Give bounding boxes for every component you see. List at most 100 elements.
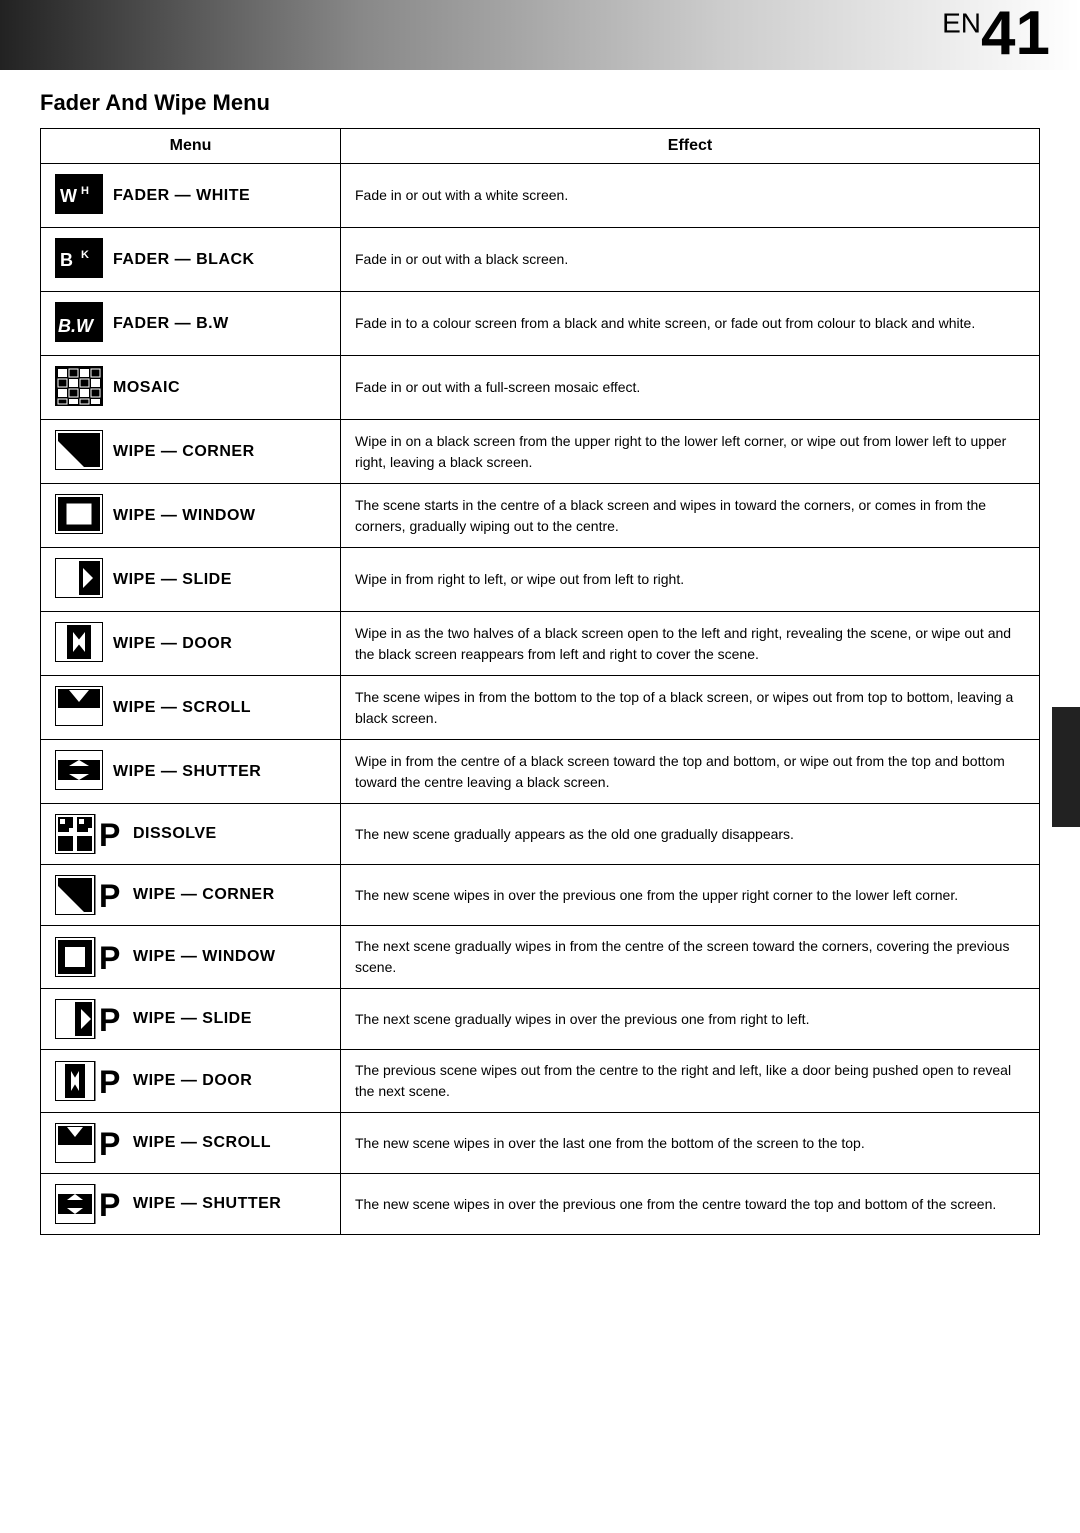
effect-cell: Fade in or out with a black screen. [341,228,1040,292]
menu-label: WIPE — SHUTTER [113,763,261,781]
menu-icon-p-wipe-shutter: P [55,1184,123,1224]
table-row: P WIPE — SLIDEThe next scene gradually w… [41,989,1040,1050]
effect-cell: The new scene gradually appears as the o… [341,804,1040,865]
svg-text:P: P [99,878,120,914]
page-title: Fader And Wipe Menu [40,90,1040,116]
table-row: P DISSOLVE The new scene gradually appear… [41,804,1040,865]
svg-text:B.W: B.W [58,316,95,336]
menu-cell: B.W FADER — B.W [41,292,341,356]
menu-label: WIPE — WINDOW [113,507,255,525]
effect-cell: The new scene wipes in over the previous… [341,1174,1040,1235]
menu-label: WIPE — SCROLL [133,1134,271,1152]
effect-cell: The next scene gradually wipes in over t… [341,989,1040,1050]
menu-label: DISSOLVE [133,825,217,843]
effect-cell: The new scene wipes in over the last one… [341,1113,1040,1174]
effect-cell: Wipe in as the two halves of a black scr… [341,612,1040,676]
effect-cell: Fade in to a colour screen from a black … [341,292,1040,356]
menu-cell: P WIPE — CORNER [41,865,341,926]
fader-wipe-table: Menu Effect W H FADER — WHITEFade in or … [40,128,1040,1235]
menu-cell: MOSAIC [41,356,341,420]
svg-text:P: P [99,1002,120,1038]
menu-icon-wh: W H [55,174,103,217]
svg-text:P: P [99,1126,120,1162]
menu-label: WIPE — WINDOW [133,948,275,966]
table-row: P WIPE — SCROLLThe new scene wipes in ov… [41,1113,1040,1174]
main-content: Fader And Wipe Menu Menu Effect W H FADE… [0,80,1080,1275]
menu-cell: P WIPE — SCROLL [41,1113,341,1174]
menu-label: WIPE — DOOR [133,1072,252,1090]
menu-icon-p-wipe-window: P [55,937,123,977]
menu-icon-p-wipe-corner: P [55,875,123,915]
menu-icon-wipe-door [55,622,103,665]
table-row: WIPE — CORNER Wipe in on a black screen f… [41,420,1040,484]
menu-label: FADER — B.W [113,315,229,333]
menu-cell: WIPE — DOOR [41,612,341,676]
menu-icon-p-wipe-scroll: P [55,1123,123,1163]
menu-label: WIPE — SHUTTER [133,1195,281,1213]
svg-text:K: K [81,249,89,261]
menu-cell: W H FADER — WHITE [41,164,341,228]
svg-text:P: P [99,817,120,853]
table-row: P WIPE — CORNERThe new scene wipes in ov… [41,865,1040,926]
table-row: P WIPE — DOORThe previous scene wipes ou… [41,1050,1040,1113]
svg-text:P: P [99,1187,120,1223]
table-row: WIPE — WINDOW The scene starts in the cen… [41,484,1040,548]
effect-cell: Fade in or out with a white screen. [341,164,1040,228]
menu-cell: P WIPE — SHUTTER [41,1174,341,1235]
menu-label: MOSAIC [113,379,180,397]
menu-cell: P WIPE — SLIDE [41,989,341,1050]
menu-label: FADER — BLACK [113,251,255,269]
table-row: MOSAIC Fade in or out with a full-screen … [41,356,1040,420]
menu-icon-bw: B.W [55,302,103,345]
right-tab [1052,707,1080,827]
table-row: B.W FADER — B.WFade in to a colour scree… [41,292,1040,356]
effect-cell: Wipe in from right to left, or wipe out … [341,548,1040,612]
effect-cell: Wipe in on a black screen from the upper… [341,420,1040,484]
effect-cell: Wipe in from the centre of a black scree… [341,740,1040,804]
menu-icon-wipe-shutter [55,750,103,793]
effect-cell: The next scene gradually wipes in from t… [341,926,1040,989]
menu-icon-mosaic [55,366,103,409]
menu-icon-wipe-window [55,494,103,537]
col-menu-header: Menu [41,129,341,164]
page-number: EN41 [942,3,1050,65]
menu-cell: WIPE — SHUTTER [41,740,341,804]
table-row: WIPE — DOOR Wipe in as the two halves of … [41,612,1040,676]
menu-label: WIPE — SCROLL [113,699,251,717]
menu-label: FADER — WHITE [113,187,250,205]
menu-icon-bk: B K [55,238,103,281]
table-row: P WIPE — SHUTTERThe new scene wipes in o… [41,1174,1040,1235]
svg-text:H: H [81,185,89,197]
menu-icon-p-wipe-slide: P [55,999,123,1039]
menu-label: WIPE — CORNER [133,886,275,904]
table-row: WIPE — SCROLL The scene wipes in from the… [41,676,1040,740]
effect-cell: The scene starts in the centre of a blac… [341,484,1040,548]
effect-cell: The new scene wipes in over the previous… [341,865,1040,926]
menu-cell: WIPE — SCROLL [41,676,341,740]
menu-icon-wipe-scroll [55,686,103,729]
svg-text:P: P [99,1064,120,1100]
table-row: P WIPE — WINDOW The next scene gradually … [41,926,1040,989]
table-row: W H FADER — WHITEFade in or out with a w… [41,164,1040,228]
menu-label: WIPE — CORNER [113,443,255,461]
svg-text:B: B [60,250,73,270]
menu-cell: B K FADER — BLACK [41,228,341,292]
table-row: B K FADER — BLACKFade in or out with a b… [41,228,1040,292]
en-label: EN [942,7,981,38]
effect-cell: The previous scene wipes out from the ce… [341,1050,1040,1113]
menu-icon-p-dissolve: P [55,814,123,854]
col-effect-header: Effect [341,129,1040,164]
effect-cell: The scene wipes in from the bottom to th… [341,676,1040,740]
menu-icon-p-wipe-door: P [55,1061,123,1101]
menu-cell: WIPE — SLIDE [41,548,341,612]
menu-cell: WIPE — WINDOW [41,484,341,548]
effect-cell: Fade in or out with a full-screen mosaic… [341,356,1040,420]
table-row: WIPE — SHUTTER Wipe in from the centre of… [41,740,1040,804]
menu-icon-wipe-slide [55,558,103,601]
table-row: WIPE — SLIDEWipe in from right to left, … [41,548,1040,612]
menu-cell: WIPE — CORNER [41,420,341,484]
svg-text:W: W [60,186,77,206]
svg-text:P: P [99,940,120,976]
menu-cell: P WIPE — DOOR [41,1050,341,1113]
menu-label: WIPE — DOOR [113,635,232,653]
